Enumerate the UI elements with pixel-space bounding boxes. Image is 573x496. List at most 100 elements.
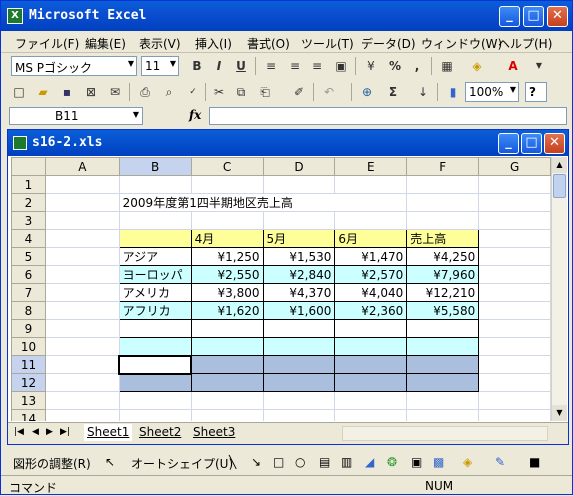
- cell[interactable]: [44, 319, 120, 338]
- cell[interactable]: [406, 409, 480, 421]
- selected-cell[interactable]: [334, 355, 408, 374]
- selected-cell[interactable]: [334, 373, 408, 392]
- diagram-icon[interactable]: ❂: [387, 455, 397, 469]
- sheet-title-cell[interactable]: 2009年度第1四半期地区売上高: [118, 193, 408, 212]
- paste-icon[interactable]: ⎗: [257, 84, 273, 100]
- align-left-icon[interactable]: ≡: [263, 58, 279, 74]
- cell[interactable]: [478, 337, 551, 356]
- zoom-combo[interactable]: 100% ▼: [465, 82, 519, 102]
- cell[interactable]: [44, 265, 120, 284]
- maximize-button[interactable]: □: [523, 6, 544, 27]
- selected-cell[interactable]: [190, 355, 264, 374]
- save-icon[interactable]: ▪: [59, 84, 75, 100]
- cut-icon[interactable]: ✂: [211, 84, 227, 100]
- cell[interactable]: [262, 319, 336, 338]
- undo-icon[interactable]: ↶: [321, 84, 337, 100]
- cell[interactable]: [118, 175, 192, 194]
- value-cell[interactable]: ¥12,210: [406, 283, 480, 302]
- format-painter-icon[interactable]: ✐: [291, 84, 307, 100]
- cell[interactable]: [478, 373, 551, 392]
- column-header-b[interactable]: B: [118, 157, 192, 176]
- cell[interactable]: [262, 175, 336, 194]
- active-cell[interactable]: [118, 354, 193, 375]
- next-sheet-icon[interactable]: ▶: [46, 427, 53, 437]
- fill-color-icon[interactable]: ◈: [469, 58, 485, 74]
- cell[interactable]: [478, 319, 551, 338]
- shadow-icon[interactable]: ■: [529, 455, 540, 469]
- cell[interactable]: [44, 211, 120, 230]
- toolbar-options-icon[interactable]: ▼: [531, 58, 547, 74]
- scroll-thumb[interactable]: [553, 174, 566, 198]
- autoshape-menu[interactable]: オートシェイプ(U): [131, 455, 233, 472]
- value-cell[interactable]: ¥1,530: [262, 247, 336, 266]
- menu-data[interactable]: データ(D): [361, 35, 416, 52]
- value-cell[interactable]: ¥5,580: [406, 301, 480, 320]
- value-cell[interactable]: ¥3,800: [190, 283, 264, 302]
- first-sheet-icon[interactable]: |◀: [14, 427, 24, 437]
- cell[interactable]: [406, 391, 480, 410]
- column-header-e[interactable]: E: [334, 157, 408, 176]
- row-header[interactable]: 6: [11, 265, 46, 284]
- help-button[interactable]: ?: [525, 82, 547, 102]
- menu-help[interactable]: ヘルプ(H): [498, 35, 552, 52]
- row-header[interactable]: 12: [11, 373, 46, 392]
- cell[interactable]: [334, 175, 408, 194]
- wordart-icon[interactable]: ◢: [365, 455, 374, 469]
- draw-fill-color-icon[interactable]: ◈: [463, 455, 472, 469]
- currency-icon[interactable]: ¥: [363, 58, 379, 74]
- row-header[interactable]: 9: [11, 319, 46, 338]
- cell[interactable]: [478, 193, 551, 212]
- column-header-d[interactable]: D: [262, 157, 336, 176]
- copy-icon[interactable]: ⧉: [233, 84, 249, 100]
- menu-insert[interactable]: 挿入(I): [195, 35, 232, 52]
- picture-icon[interactable]: ▩: [433, 455, 444, 469]
- workbook-maximize-button[interactable]: □: [521, 133, 542, 154]
- row-header[interactable]: 5: [11, 247, 46, 266]
- cell[interactable]: [478, 211, 551, 230]
- cell[interactable]: [190, 409, 264, 421]
- name-box[interactable]: B11 ▼: [9, 107, 143, 125]
- select-all-corner[interactable]: [11, 157, 46, 176]
- region-cell[interactable]: ヨーロッパ: [118, 265, 192, 284]
- row-header[interactable]: 7: [11, 283, 46, 302]
- permission-icon[interactable]: ⊠: [83, 84, 99, 100]
- workbook-close-button[interactable]: ✕: [544, 133, 565, 154]
- prev-sheet-icon[interactable]: ◀: [32, 427, 39, 437]
- cell[interactable]: [190, 337, 264, 356]
- merge-center-icon[interactable]: ▣: [333, 58, 349, 74]
- open-folder-icon[interactable]: ▰: [35, 84, 51, 100]
- selected-cell[interactable]: [406, 355, 480, 374]
- rectangle-icon[interactable]: □: [273, 455, 284, 469]
- row-header[interactable]: 3: [11, 211, 46, 230]
- selected-cell[interactable]: [262, 355, 336, 374]
- row-header[interactable]: 10: [11, 337, 46, 356]
- cell[interactable]: [334, 319, 408, 338]
- value-cell[interactable]: ¥2,570: [334, 265, 408, 284]
- header-cell[interactable]: 売上高: [406, 229, 480, 248]
- line-color-icon[interactable]: ✎: [495, 455, 505, 469]
- row-header[interactable]: 2: [11, 193, 46, 212]
- cell[interactable]: [190, 175, 264, 194]
- cell[interactable]: [190, 319, 264, 338]
- cell[interactable]: [406, 193, 480, 212]
- oval-icon[interactable]: ○: [295, 455, 305, 469]
- menu-window[interactable]: ウィンドウ(W): [421, 35, 502, 52]
- column-header-f[interactable]: F: [406, 157, 480, 176]
- spelling-icon[interactable]: ✓: [185, 84, 201, 100]
- borders-icon[interactable]: ▦: [439, 58, 455, 74]
- cell[interactable]: [118, 211, 192, 230]
- font-color-icon[interactable]: A: [505, 58, 521, 74]
- cell[interactable]: [334, 409, 408, 421]
- row-header[interactable]: 11: [11, 355, 46, 374]
- italic-button[interactable]: I: [211, 58, 227, 74]
- cell[interactable]: [118, 319, 192, 338]
- menu-format[interactable]: 書式(O): [247, 35, 290, 52]
- line-icon[interactable]: ╲: [229, 455, 236, 469]
- cell[interactable]: [44, 337, 120, 356]
- new-file-icon[interactable]: □: [11, 84, 27, 100]
- column-header-c[interactable]: C: [190, 157, 264, 176]
- cell[interactable]: [190, 391, 264, 410]
- cell[interactable]: [118, 409, 192, 421]
- row-header[interactable]: 14: [11, 409, 46, 421]
- print-preview-icon[interactable]: ⌕: [161, 84, 177, 100]
